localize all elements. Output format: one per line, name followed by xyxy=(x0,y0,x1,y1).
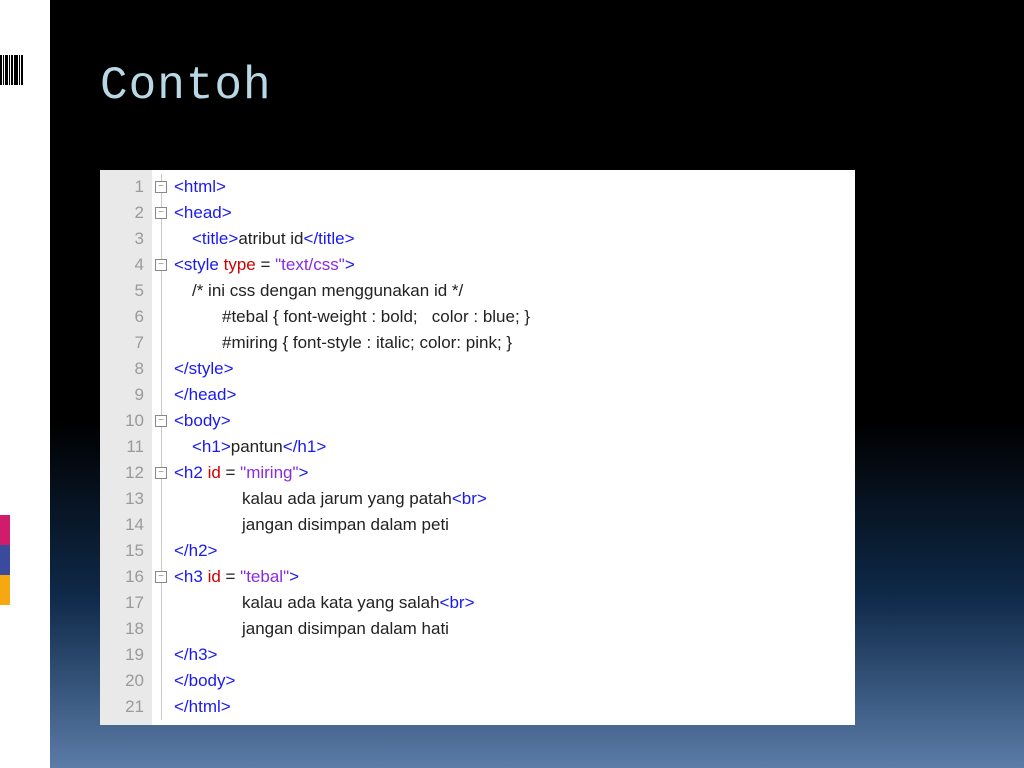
fold-cell xyxy=(152,356,170,382)
fold-cell xyxy=(152,616,170,642)
fold-cell: − xyxy=(152,564,170,590)
line-number: 18 xyxy=(100,616,144,642)
code-content: <html> <head> <title>atribut id</title> … xyxy=(170,170,855,725)
accent-stripe xyxy=(0,575,10,605)
code-editor: 123456789101112131415161718192021 −−−−−−… xyxy=(100,170,855,725)
left-margin xyxy=(0,0,50,768)
line-number: 16 xyxy=(100,564,144,590)
code-line: </h3> xyxy=(174,642,855,668)
line-number: 7 xyxy=(100,330,144,356)
code-line: kalau ada jarum yang patah<br> xyxy=(174,486,855,512)
accent-stripes xyxy=(0,515,10,605)
fold-toggle-icon[interactable]: − xyxy=(155,571,167,583)
code-line: <body> xyxy=(174,408,855,434)
line-number: 19 xyxy=(100,642,144,668)
fold-cell: − xyxy=(152,252,170,278)
code-line: <head> xyxy=(174,200,855,226)
fold-cell xyxy=(152,434,170,460)
fold-cell xyxy=(152,278,170,304)
code-line: <h2 id = "miring"> xyxy=(174,460,855,486)
line-number: 20 xyxy=(100,668,144,694)
line-number: 21 xyxy=(100,694,144,720)
code-line: <h3 id = "tebal"> xyxy=(174,564,855,590)
code-line: </body> xyxy=(174,668,855,694)
fold-cell xyxy=(152,486,170,512)
line-number: 10 xyxy=(100,408,144,434)
fold-cell xyxy=(152,304,170,330)
code-line: <html> xyxy=(174,174,855,200)
fold-toggle-icon[interactable]: − xyxy=(155,181,167,193)
code-line: <title>atribut id</title> xyxy=(174,226,855,252)
fold-cell: − xyxy=(152,460,170,486)
line-number: 4 xyxy=(100,252,144,278)
code-line: </h2> xyxy=(174,538,855,564)
code-line: jangan disimpan dalam hati xyxy=(174,616,855,642)
line-number: 13 xyxy=(100,486,144,512)
code-line: /* ini css dengan menggunakan id */ xyxy=(174,278,855,304)
fold-cell xyxy=(152,642,170,668)
fold-cell xyxy=(152,382,170,408)
code-line: <h1>pantun</h1> xyxy=(174,434,855,460)
line-number: 8 xyxy=(100,356,144,382)
line-number: 1 xyxy=(100,174,144,200)
line-number: 5 xyxy=(100,278,144,304)
fold-cell xyxy=(152,668,170,694)
fold-cell xyxy=(152,590,170,616)
line-number: 9 xyxy=(100,382,144,408)
barcode-decoration xyxy=(0,55,23,85)
accent-stripe xyxy=(0,515,10,545)
line-number: 15 xyxy=(100,538,144,564)
line-number: 12 xyxy=(100,460,144,486)
line-number: 11 xyxy=(100,434,144,460)
line-number: 14 xyxy=(100,512,144,538)
fold-cell: − xyxy=(152,200,170,226)
fold-cell xyxy=(152,694,170,720)
fold-gutter: − − − − − − xyxy=(152,170,170,725)
accent-stripe xyxy=(0,545,10,575)
code-line: </head> xyxy=(174,382,855,408)
fold-cell xyxy=(152,538,170,564)
line-number: 2 xyxy=(100,200,144,226)
slide: Contoh 123456789101112131415161718192021… xyxy=(0,0,1024,768)
fold-cell xyxy=(152,226,170,252)
line-number: 17 xyxy=(100,590,144,616)
code-line: #miring { font-style : italic; color: pi… xyxy=(174,330,855,356)
code-line: </html> xyxy=(174,694,855,720)
line-number: 6 xyxy=(100,304,144,330)
fold-cell: − xyxy=(152,174,170,200)
fold-toggle-icon[interactable]: − xyxy=(155,467,167,479)
code-line: #tebal { font-weight : bold; color : blu… xyxy=(174,304,855,330)
fold-cell xyxy=(152,512,170,538)
line-number-gutter: 123456789101112131415161718192021 xyxy=(100,170,152,725)
fold-toggle-icon[interactable]: − xyxy=(155,415,167,427)
fold-cell xyxy=(152,330,170,356)
code-line: <style type = "text/css"> xyxy=(174,252,855,278)
slide-title: Contoh xyxy=(100,60,272,112)
fold-toggle-icon[interactable]: − xyxy=(155,259,167,271)
line-number: 3 xyxy=(100,226,144,252)
code-line: kalau ada kata yang salah<br> xyxy=(174,590,855,616)
fold-toggle-icon[interactable]: − xyxy=(155,207,167,219)
code-line: jangan disimpan dalam peti xyxy=(174,512,855,538)
code-line: </style> xyxy=(174,356,855,382)
fold-cell: − xyxy=(152,408,170,434)
